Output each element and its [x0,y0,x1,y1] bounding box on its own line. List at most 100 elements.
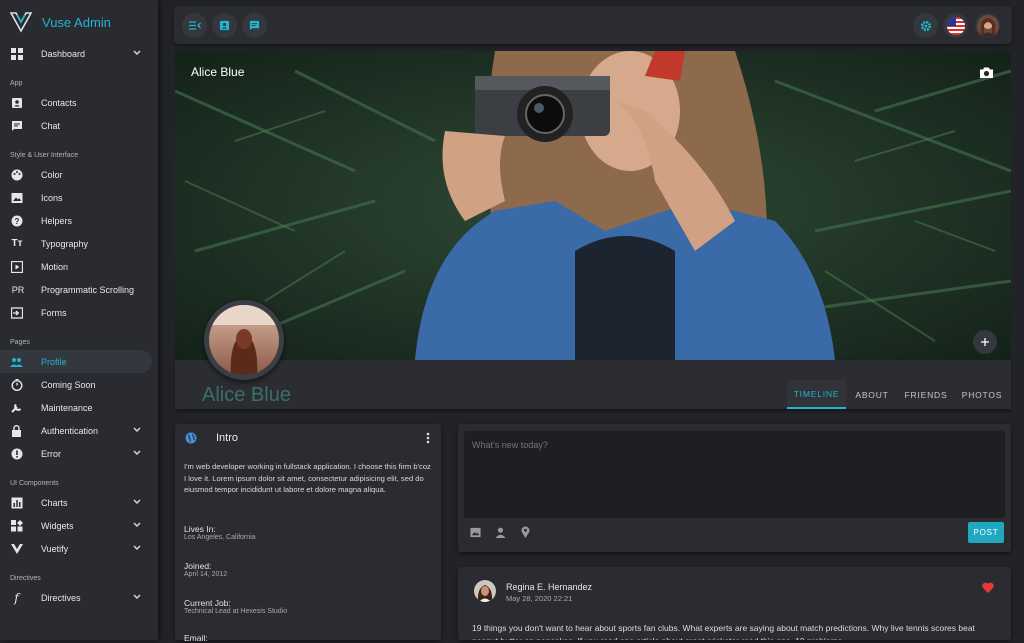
menu-collapse-button[interactable] [182,13,207,38]
field-label: Email: [184,633,208,643]
sidebar-item-label: Color [41,169,63,180]
tab-about[interactable]: ABOUT [849,380,895,409]
palette-icon [10,168,23,181]
sidebar-item-charts[interactable]: Charts [0,491,158,514]
intro-field: Joined: April 14, 2012 [184,561,227,578]
sidebar-item-icons[interactable]: Icons [0,186,158,209]
error-icon [10,447,23,460]
tab-timeline[interactable]: TIMELINE [787,380,846,409]
field-value: April 14, 2012 [184,571,228,578]
sidebar-item-error[interactable]: Error [0,442,158,465]
chevron-down-icon [133,499,141,504]
user-menu-button[interactable] [975,13,1000,38]
sidebar-item-label: Maintenance [41,402,93,413]
post-date: May 28, 2020 22:21 [506,594,573,603]
sidebar-item-label: Programmatic Scrolling [41,284,135,295]
image-icon[interactable] [470,527,481,538]
settings-icon [920,20,931,31]
chevron-down-icon [133,545,141,550]
sidebar-item-coming-soon[interactable]: Coming Soon [0,373,158,396]
chevron-down-icon [133,522,141,527]
sidebar-item-label: Chat [41,120,61,131]
sidebar-item-color[interactable]: Color [0,163,158,186]
sidebar-item-profile[interactable]: Profile [0,350,152,373]
profile-avatar[interactable] [204,300,284,380]
tab-friends[interactable]: FRIENDS [901,380,951,409]
sidebar-item-label: Typography [41,238,89,249]
location-icon[interactable] [521,526,530,538]
profile-cover: Alice Blue [175,51,1011,360]
intro-card: Intro I'm web developer working in fulls… [175,424,441,643]
form-icon [10,306,23,319]
field-value: Los Angeles, California [184,534,256,541]
settings-button[interactable] [913,13,938,38]
sidebar-item-forms[interactable]: Forms [0,301,158,324]
globe-icon [185,432,197,444]
app-title: Vuse Admin [42,14,111,30]
sidebar-item-label: Profile [41,356,67,367]
post-input[interactable] [464,431,1005,518]
sidebar-item-helpers[interactable]: ? Helpers [0,209,158,232]
sidebar-item-directives[interactable]: f Directives [0,586,158,609]
sidebar-item-widgets[interactable]: Widgets [0,514,158,537]
profile-avatar-image [209,305,279,375]
sidebar-item-maintenance[interactable]: Maintenance [0,396,158,419]
section-header-app: App [10,80,23,87]
change-cover-button[interactable] [980,65,993,83]
author-avatar[interactable] [474,580,496,602]
lock-icon [10,424,23,437]
language-button[interactable] [943,13,968,38]
message-icon [249,20,260,31]
top-toolbar [174,6,1012,44]
sidebar-item-label: Icons [41,192,63,203]
sidebar-item-typography[interactable]: Tт Typography [0,232,158,255]
sidebar-item-dashboard[interactable]: Dashboard [0,42,158,65]
section-header-pages: Pages [10,339,30,346]
people-icon [10,355,23,368]
sidebar: Vuse Admin Dashboard App Contacts Chat S… [0,0,158,640]
sidebar-item-label: Widgets [41,520,74,531]
sidebar-item-label: Coming Soon [41,379,96,390]
camera-icon [980,67,993,78]
plus-icon [981,338,989,346]
sidebar-item-vuetify[interactable]: Vuetify [0,537,158,560]
messages-button[interactable] [242,13,267,38]
chevron-down-icon [133,50,141,55]
intro-field: Lives In: Los Angeles, California [184,524,256,541]
chart-icon [10,496,23,509]
sidebar-item-label: Motion [41,261,69,272]
field-label: Joined: [184,561,212,571]
image-icon [10,191,23,204]
section-header-style: Style & User Interface [10,152,79,159]
sidebar-item-authentication[interactable]: Authentication [0,419,158,442]
sidebar-item-programmatic-scrolling[interactable]: PR Programmatic Scrolling [0,278,158,301]
more-vert-icon[interactable] [426,432,430,444]
brand[interactable]: Vuse Admin [0,0,158,44]
section-header-ui-components: UI Components [10,480,59,487]
field-label: Lives In: [184,524,216,534]
sidebar-item-chat[interactable]: Chat [0,114,158,137]
section-header-directives: Directives [10,575,41,582]
profile-header: Alice Blue TIMELINE ABOUT FRIENDS PHOTOS [175,360,1011,409]
intro-bio: I'm web developer working in fullstack a… [184,462,431,494]
sidebar-item-label: Authentication [41,425,99,436]
post-button[interactable]: POST [968,522,1004,543]
tab-photos[interactable]: PHOTOS [959,380,1005,409]
field-value: Technical Lead at Hexesis Studio [184,608,288,615]
add-photo-button[interactable] [973,330,997,354]
post-author[interactable]: Regina E. Hernandez [506,582,592,592]
contacts-button[interactable] [212,13,237,38]
svg-text:?: ? [14,217,19,226]
timer-icon [10,378,23,391]
contacts-icon [219,20,230,31]
intro-title: Intro [216,432,239,444]
sidebar-item-motion[interactable]: Motion [0,255,158,278]
sidebar-item-contacts[interactable]: Contacts [0,91,158,114]
sidebar-item-label: Directives [41,592,81,603]
us-flag-icon [946,16,965,35]
sidebar-item-label: Vuetify [41,543,69,554]
contacts-icon [10,96,23,109]
person-icon[interactable] [495,527,506,538]
heart-icon[interactable] [982,582,994,593]
chat-icon [10,119,23,132]
